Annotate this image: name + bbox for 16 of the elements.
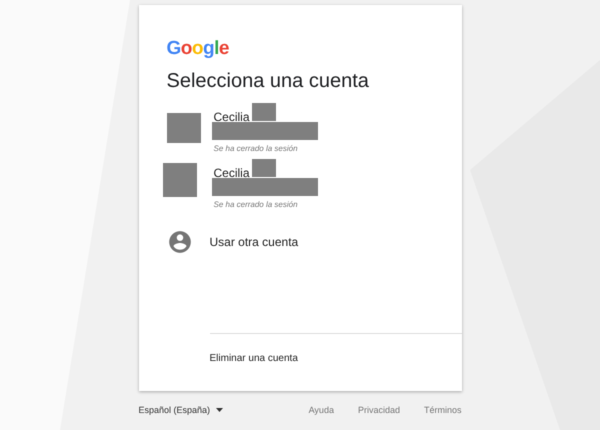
remove-account-link[interactable]: Eliminar una cuenta (210, 353, 298, 364)
footer-link[interactable]: Privacidad (358, 405, 400, 415)
session-status: Se ha cerrado la sesión (214, 200, 299, 209)
redaction-block (162, 163, 196, 197)
google-logo: Google (166, 38, 229, 60)
person-icon (166, 229, 192, 255)
page-title: Selecciona una cuenta (166, 70, 369, 93)
other-account-button[interactable]: Usar otra cuenta (166, 229, 298, 255)
footer-link[interactable]: Términos (424, 405, 462, 415)
redaction-block (166, 113, 200, 143)
account-name[interactable]: Cecilia (214, 163, 250, 180)
account-name[interactable]: Cecilia (214, 107, 250, 124)
session-status: Se ha cerrado la sesión (214, 144, 299, 153)
language-dropdown[interactable]: Español (España) (138, 405, 224, 415)
caret-icon (216, 408, 224, 412)
footer-link[interactable]: Ayuda (308, 405, 334, 415)
